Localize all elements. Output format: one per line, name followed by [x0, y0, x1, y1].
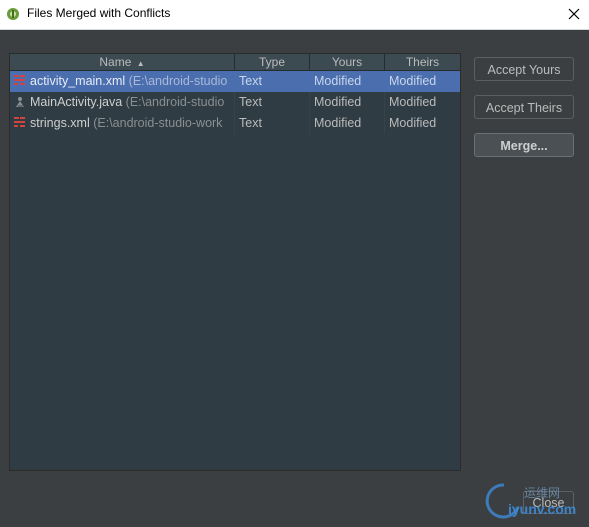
accept-theirs-button[interactable]: Accept Theirs [474, 95, 574, 119]
merge-button[interactable]: Merge... [474, 133, 574, 157]
file-path: (E:\android-studio-work [93, 116, 223, 130]
cell-type: Text [235, 113, 310, 134]
column-header-yours[interactable]: Yours [310, 54, 385, 70]
file-path: (E:\android-studio [128, 74, 228, 88]
watermark-bottom-text: iyunv.com [508, 501, 577, 517]
close-window-button[interactable] [562, 3, 586, 25]
column-header-theirs[interactable]: Theirs [385, 54, 460, 70]
watermark: 运维网 iyunv.com [484, 481, 584, 521]
cell-name: activity_main.xml (E:\android-studio [10, 71, 235, 92]
cell-yours: Modified [310, 92, 385, 113]
cell-theirs: Modified [389, 74, 437, 88]
sort-ascending-icon: ▲ [136, 59, 145, 68]
xml-file-icon [14, 117, 25, 127]
cell-name: strings.xml (E:\android-studio-work [10, 113, 235, 134]
watermark-top-text: 运维网 [524, 486, 561, 500]
file-name: strings.xml [30, 116, 90, 130]
table-header: Name ▲ Type Yours Theirs [10, 54, 460, 71]
file-name: activity_main.xml [30, 74, 126, 88]
window-title: Files Merged with Conflicts [27, 6, 171, 20]
cell-yours: Modified [310, 71, 385, 92]
java-class-icon [16, 97, 24, 107]
android-studio-icon [7, 8, 19, 20]
cell-yours: Modified [310, 113, 385, 134]
table-row[interactable]: strings.xml (E:\android-studio-work Text… [10, 113, 460, 134]
file-name: MainActivity.java [30, 95, 123, 109]
xml-file-icon [14, 75, 25, 85]
cell-theirs: Modified [389, 116, 437, 130]
cell-name: MainActivity.java (E:\android-studio [10, 92, 235, 113]
column-header-type[interactable]: Type [235, 54, 310, 70]
title-bar: Files Merged with Conflicts [0, 0, 589, 30]
close-icon [568, 8, 580, 20]
cell-theirs: Modified [389, 95, 437, 109]
cell-type: Text [235, 92, 310, 113]
table-row[interactable]: activity_main.xml (E:\android-studio Tex… [10, 71, 460, 92]
column-header-name[interactable]: Name ▲ [10, 54, 235, 70]
conflicts-table[interactable]: Name ▲ Type Yours Theirs activity_main.x… [9, 53, 461, 471]
cell-type: Text [235, 71, 310, 92]
file-path: (E:\android-studio [125, 95, 225, 109]
table-row[interactable]: MainActivity.java (E:\android-studio Tex… [10, 92, 460, 113]
accept-yours-button[interactable]: Accept Yours [474, 57, 574, 81]
